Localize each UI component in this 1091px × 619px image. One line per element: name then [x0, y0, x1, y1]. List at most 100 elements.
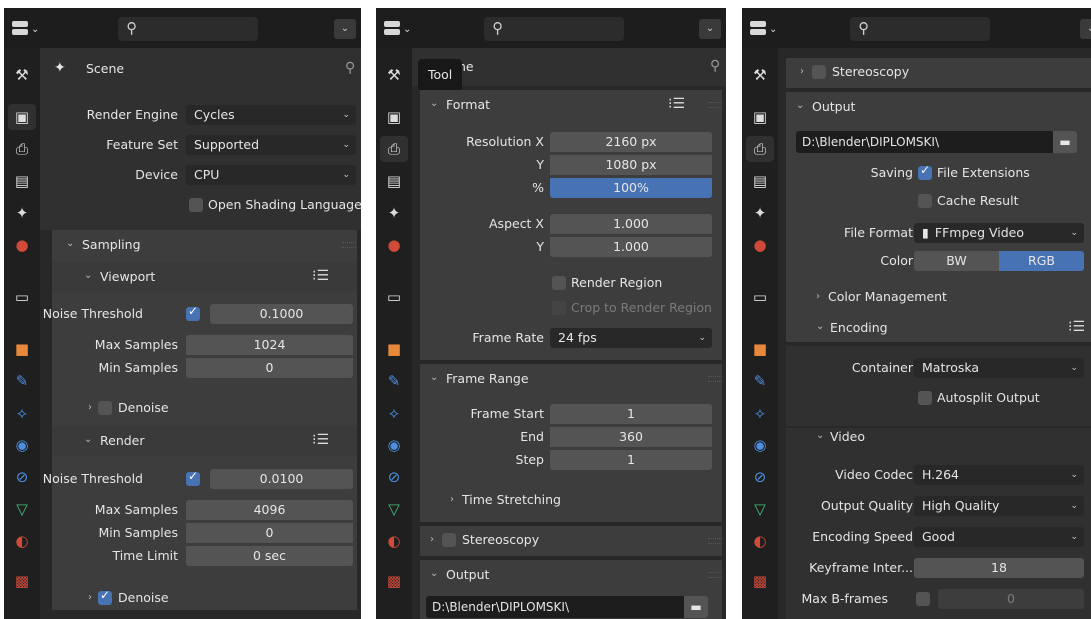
encoding-header[interactable]: Encoding	[830, 318, 888, 338]
modifier-icon[interactable]: ✎	[8, 368, 36, 394]
constraints-icon[interactable]: ⊘	[746, 464, 774, 490]
folder-icon[interactable]: ▬	[684, 596, 708, 618]
drag-handle[interactable]	[708, 102, 722, 108]
editor-type-icon[interactable]: ⌄	[10, 18, 44, 40]
crop-checkbox[interactable]	[552, 301, 566, 315]
chevron-down-icon[interactable]: ⌄	[84, 266, 92, 286]
vp-max-field[interactable]: 1024	[186, 335, 353, 355]
chevron-down-icon[interactable]: ⌄	[66, 234, 74, 254]
r-denoise-label[interactable]: Denoise	[118, 588, 169, 608]
list-icon[interactable]: ⁝☰	[668, 94, 685, 114]
color-rgb-button[interactable]: RGB	[999, 251, 1084, 271]
particles-icon[interactable]: ⟡	[746, 400, 774, 426]
sampling-header[interactable]: Sampling	[82, 235, 141, 255]
world-icon[interactable]: ●	[8, 232, 36, 258]
tool-icon[interactable]: ⚒	[380, 62, 408, 88]
resolution-percent-slider[interactable]: 100%	[550, 178, 712, 198]
modifier-icon[interactable]: ✎	[380, 368, 408, 394]
render-engine-dropdown[interactable]: Cycles ⌄	[186, 105, 356, 125]
collection-icon[interactable]: ▭	[746, 284, 774, 310]
stereoscopy-checkbox[interactable]	[442, 533, 456, 547]
frame-rate-dropdown[interactable]: 24 fps ⌄	[550, 328, 712, 348]
pin-icon[interactable]: ⚲	[345, 60, 355, 76]
collection-icon[interactable]: ▭	[8, 284, 36, 310]
container-dropdown[interactable]: Matroska ⌄	[914, 358, 1084, 378]
cache-result-checkbox[interactable]	[918, 194, 932, 208]
list-icon[interactable]: ⁝☰	[1068, 317, 1085, 337]
r-min-field[interactable]: 0	[186, 523, 353, 543]
chevron-right-icon[interactable]: ›	[430, 530, 434, 550]
osl-checkbox[interactable]	[189, 198, 203, 212]
aspect-y-field[interactable]: 1.000	[550, 237, 712, 257]
encoding-speed-dropdown[interactable]: Good ⌄	[914, 527, 1084, 547]
particles-icon[interactable]: ⟡	[8, 400, 36, 426]
vp-noise-field[interactable]: 0.1000	[210, 304, 353, 324]
chevron-right-icon[interactable]: ›	[88, 588, 92, 608]
frame-range-header[interactable]: Frame Range	[446, 369, 529, 389]
r-noise-field[interactable]: 0.0100	[210, 469, 353, 489]
options-dropdown-button[interactable]: ⌄	[699, 19, 721, 39]
texture-icon[interactable]: ▩	[380, 568, 408, 594]
r-denoise-checkbox[interactable]	[98, 588, 112, 605]
chevron-down-icon[interactable]: ⌄	[816, 426, 824, 446]
file-extensions-checkbox[interactable]	[918, 163, 932, 180]
resolution-x-field[interactable]: 2160 px	[550, 132, 712, 152]
editor-type-icon[interactable]: ⌄	[748, 18, 782, 40]
video-codec-dropdown[interactable]: H.264 ⌄	[914, 465, 1084, 485]
object-icon[interactable]: ■	[8, 336, 36, 362]
frame-end-field[interactable]: 360	[550, 427, 712, 447]
collection-icon[interactable]: ▭	[380, 284, 408, 310]
output-icon[interactable]: ⎙	[746, 136, 774, 162]
r-max-field[interactable]: 4096	[186, 500, 353, 520]
list-icon[interactable]: ⁝☰	[312, 266, 329, 286]
tool-icon[interactable]: ⚒	[8, 62, 36, 88]
physics-icon[interactable]: ◉	[746, 432, 774, 458]
r-noise-checkbox[interactable]	[186, 469, 200, 486]
vp-noise-checkbox[interactable]	[186, 304, 200, 321]
chevron-down-icon[interactable]: ⌄	[816, 317, 824, 337]
time-stretching-header[interactable]: Time Stretching	[462, 490, 561, 510]
chevron-down-icon[interactable]: ⌄	[430, 368, 438, 388]
color-bw-button[interactable]: BW	[914, 251, 999, 271]
chevron-right-icon[interactable]: ›	[816, 287, 820, 307]
output-header[interactable]: Output	[446, 565, 489, 585]
output-header[interactable]: Output	[812, 97, 855, 117]
format-header[interactable]: Format	[446, 95, 490, 115]
drag-handle[interactable]	[708, 572, 722, 578]
view-layer-icon[interactable]: ▤	[380, 168, 408, 194]
physics-icon[interactable]: ◉	[380, 432, 408, 458]
output-quality-dropdown[interactable]: High Quality ⌄	[914, 496, 1084, 516]
stereoscopy-header[interactable]: Stereoscopy	[832, 62, 909, 82]
constraints-icon[interactable]: ⊘	[380, 464, 408, 490]
material-icon[interactable]: ◐	[746, 528, 774, 554]
world-icon[interactable]: ●	[746, 232, 774, 258]
options-dropdown-button[interactable]: ⌄	[1080, 19, 1091, 39]
options-dropdown-button[interactable]: ⌄	[334, 19, 356, 39]
frame-start-field[interactable]: 1	[550, 404, 712, 424]
render-icon[interactable]: ▣	[746, 104, 774, 130]
object-icon[interactable]: ■	[380, 336, 408, 362]
texture-icon[interactable]: ▩	[746, 568, 774, 594]
viewport-header[interactable]: Viewport	[100, 267, 155, 287]
output-path-field[interactable]: D:\Blender\DIPLOMSKI\	[426, 596, 684, 618]
chevron-down-icon[interactable]: ⌄	[430, 94, 438, 114]
stereoscopy-checkbox[interactable]	[812, 65, 826, 79]
device-dropdown[interactable]: CPU ⌄	[186, 165, 356, 185]
chevron-right-icon[interactable]: ›	[88, 398, 92, 418]
max-bframes-checkbox[interactable]	[916, 592, 930, 606]
render-icon[interactable]: ▣	[380, 104, 408, 130]
resolution-y-field[interactable]: 1080 px	[550, 155, 712, 175]
material-icon[interactable]: ◐	[8, 528, 36, 554]
chevron-down-icon[interactable]: ⌄	[84, 430, 92, 450]
material-icon[interactable]: ◐	[380, 528, 408, 554]
output-path-field[interactable]: D:\Blender\DIPLOMSKI\	[796, 131, 1053, 153]
output-icon[interactable]: ⎙	[8, 136, 36, 162]
render-header[interactable]: Render	[100, 431, 145, 451]
list-icon[interactable]: ⁝☰	[312, 430, 329, 450]
chevron-right-icon[interactable]: ›	[800, 62, 804, 82]
object-icon[interactable]: ■	[746, 336, 774, 362]
search-input[interactable]: ⚲	[484, 17, 624, 41]
stereoscopy-header[interactable]: Stereoscopy	[462, 530, 539, 550]
folder-icon[interactable]: ▬	[1053, 131, 1077, 153]
video-header[interactable]: Video	[830, 427, 865, 447]
